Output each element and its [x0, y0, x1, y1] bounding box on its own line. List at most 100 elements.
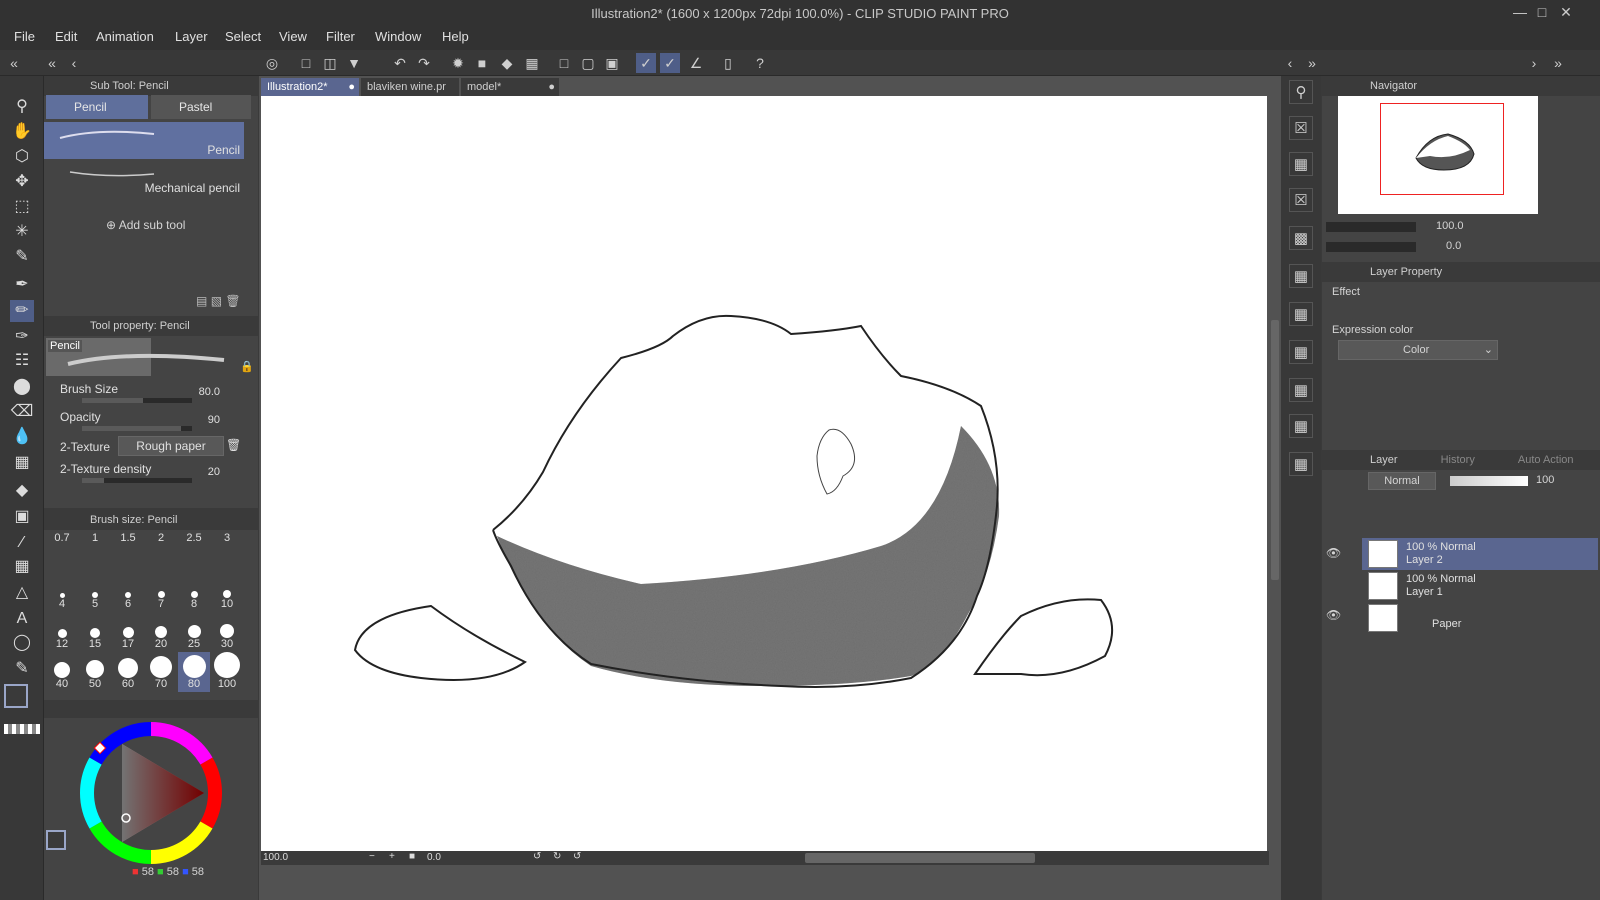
deselect-icon[interactable]: □ — [554, 53, 574, 73]
airbrush-icon[interactable]: ☷ — [10, 350, 34, 372]
menu-layer[interactable]: Layer — [175, 29, 208, 44]
gradient-icon[interactable]: ▣ — [10, 506, 34, 528]
brush-size-option[interactable]: 4 — [46, 572, 78, 612]
brush-size-option[interactable]: 12 — [46, 612, 78, 652]
main-color-swatch[interactable] — [4, 684, 28, 708]
clear-outside-icon[interactable]: ■ — [472, 53, 492, 73]
snap-grid-icon[interactable]: ∠ — [686, 53, 706, 73]
brush-size-option[interactable]: 5 — [79, 572, 111, 612]
brush-size-option[interactable]: 30 — [211, 612, 243, 652]
minimize-icon[interactable]: — — [1510, 4, 1530, 22]
menu-animation[interactable]: Animation — [96, 29, 154, 44]
eraser-icon[interactable]: ⌫ — [10, 401, 34, 423]
rotate-slider[interactable] — [1326, 242, 1416, 252]
open-file-icon[interactable]: ◫ — [320, 53, 340, 73]
transparent-color-icon[interactable] — [4, 724, 40, 734]
tab-blaviken[interactable]: blaviken wine.pr ✕ — [361, 78, 459, 111]
tab-layer[interactable]: Layer — [1370, 454, 1398, 466]
brush-size-option[interactable]: 6 — [112, 572, 144, 612]
transform-icon[interactable]: ▦ — [522, 53, 542, 73]
subtool-item-pencil[interactable]: Pencil — [44, 122, 244, 159]
brush-size-option[interactable]: 8 — [178, 572, 210, 612]
help-icon[interactable]: ? — [750, 53, 770, 73]
subtool-item-mechanical-pencil[interactable]: Mechanical pencil — [44, 160, 244, 197]
eyedropper-icon[interactable]: ✎ — [10, 246, 34, 268]
brush-size-slider[interactable] — [82, 398, 192, 403]
horizontal-scrollbar[interactable] — [805, 853, 1035, 863]
navigator-zoom[interactable]: 100.0 — [1436, 220, 1464, 232]
zoom-value[interactable]: 100.0 — [263, 852, 288, 863]
opacity-value[interactable]: 90 — [208, 414, 220, 426]
tablet-icon[interactable]: ▯ — [718, 53, 738, 73]
search-icon[interactable]: ⚲ — [1289, 80, 1313, 104]
tab-pencil[interactable]: Pencil — [46, 95, 148, 119]
ruler-icon[interactable]: △ — [10, 582, 34, 604]
material-5-icon[interactable]: ▦ — [1289, 264, 1313, 288]
brush-size-option[interactable]: 70 — [145, 652, 177, 692]
brush-size-option[interactable]: 40 — [46, 652, 78, 692]
eye-icon[interactable]: 👁 — [1326, 546, 1341, 560]
material-10-icon[interactable]: ▦ — [1289, 452, 1313, 476]
fit-icon[interactable]: ■ — [409, 851, 415, 862]
brush-size-option[interactable]: 17 — [112, 612, 144, 652]
brush-size-option[interactable]: 100 — [211, 652, 243, 692]
navigator-preview[interactable] — [1338, 96, 1538, 214]
texture-select[interactable]: Rough paper — [118, 436, 224, 456]
material-4-icon[interactable]: ▩ — [1289, 226, 1313, 250]
main-color-chip[interactable] — [46, 830, 66, 850]
show-selection-icon[interactable]: ▣ — [602, 53, 622, 73]
opacity-slider[interactable] — [82, 426, 192, 431]
copy-subtool-icon[interactable]: ▤ — [196, 294, 207, 308]
clear-icon[interactable]: ✹ — [448, 53, 468, 73]
frame-border-icon[interactable]: ▦ — [10, 556, 34, 578]
text-icon[interactable]: A — [10, 608, 34, 630]
menu-filter[interactable]: Filter — [326, 29, 355, 44]
duplicate-subtool-icon[interactable]: ▧ — [211, 294, 222, 308]
brush-size-option[interactable]: 60 — [112, 652, 144, 692]
redo-icon[interactable]: ↷ — [414, 53, 434, 73]
material-3-icon[interactable]: ☒ — [1289, 188, 1313, 212]
snap-special-ruler-icon[interactable]: ✓ — [660, 53, 680, 73]
figure-icon[interactable]: ∕ — [10, 532, 34, 554]
brush-size-option[interactable]: 1.5 — [112, 532, 144, 572]
layer-opacity-slider[interactable] — [1450, 476, 1528, 486]
lock-icon[interactable]: 🔒 — [240, 360, 254, 373]
menu-file[interactable]: File — [14, 29, 35, 44]
marquee-icon[interactable]: ⬚ — [10, 196, 34, 218]
tab-history[interactable]: History — [1441, 454, 1475, 466]
object-3d-icon[interactable]: ⬡ — [10, 146, 34, 168]
collapse-right-icon[interactable]: » — [1548, 53, 1568, 73]
material-8-icon[interactable]: ▦ — [1289, 378, 1313, 402]
fill-icon[interactable]: ◆ — [497, 53, 517, 73]
material-9-icon[interactable]: ▦ — [1289, 414, 1313, 438]
zoom-slider[interactable] — [1326, 222, 1416, 232]
menu-edit[interactable]: Edit — [55, 29, 77, 44]
zoom-out-icon[interactable]: − — [369, 851, 375, 862]
tab-model[interactable]: model* ● — [461, 78, 559, 96]
brush-icon[interactable]: ✑ — [10, 326, 34, 348]
texture-density-value[interactable]: 20 — [208, 466, 220, 478]
reset-rotate-icon[interactable]: ↺ — [573, 851, 581, 862]
material-7-icon[interactable]: ▦ — [1289, 340, 1313, 364]
tab-auto-action[interactable]: Auto Action — [1518, 454, 1574, 466]
trash-icon[interactable]: 🗑 — [226, 438, 241, 452]
brush-size-option[interactable]: 50 — [79, 652, 111, 692]
menu-window[interactable]: Window — [375, 29, 421, 44]
move-icon[interactable]: ✥ — [10, 171, 34, 193]
brush-size-option[interactable]: 0.7 — [46, 532, 78, 572]
hand-icon[interactable]: ✋ — [10, 121, 34, 143]
invert-selection-icon[interactable]: ▢ — [578, 53, 598, 73]
pen-icon[interactable]: ✒ — [10, 274, 34, 296]
expression-color-select[interactable]: Color ⌄ — [1338, 340, 1498, 360]
tab-illustration2[interactable]: Illustration2* ● — [261, 78, 359, 96]
brush-size-option[interactable]: 3 — [211, 532, 243, 572]
correct-line-icon[interactable]: ✎ — [10, 658, 34, 680]
zoom-in-icon[interactable]: + — [389, 851, 395, 862]
expand-icon[interactable]: » — [1302, 53, 1322, 73]
arrow-right-icon[interactable]: › — [1524, 53, 1544, 73]
brush-size-row[interactable]: Brush Size 80.0 — [56, 382, 246, 408]
layer-row[interactable]: Paper — [1362, 602, 1598, 634]
blend-mode-select[interactable]: Normal — [1368, 472, 1436, 490]
collapse-left-icon[interactable]: « — [4, 53, 24, 73]
brush-size-option[interactable]: 25 — [178, 612, 210, 652]
